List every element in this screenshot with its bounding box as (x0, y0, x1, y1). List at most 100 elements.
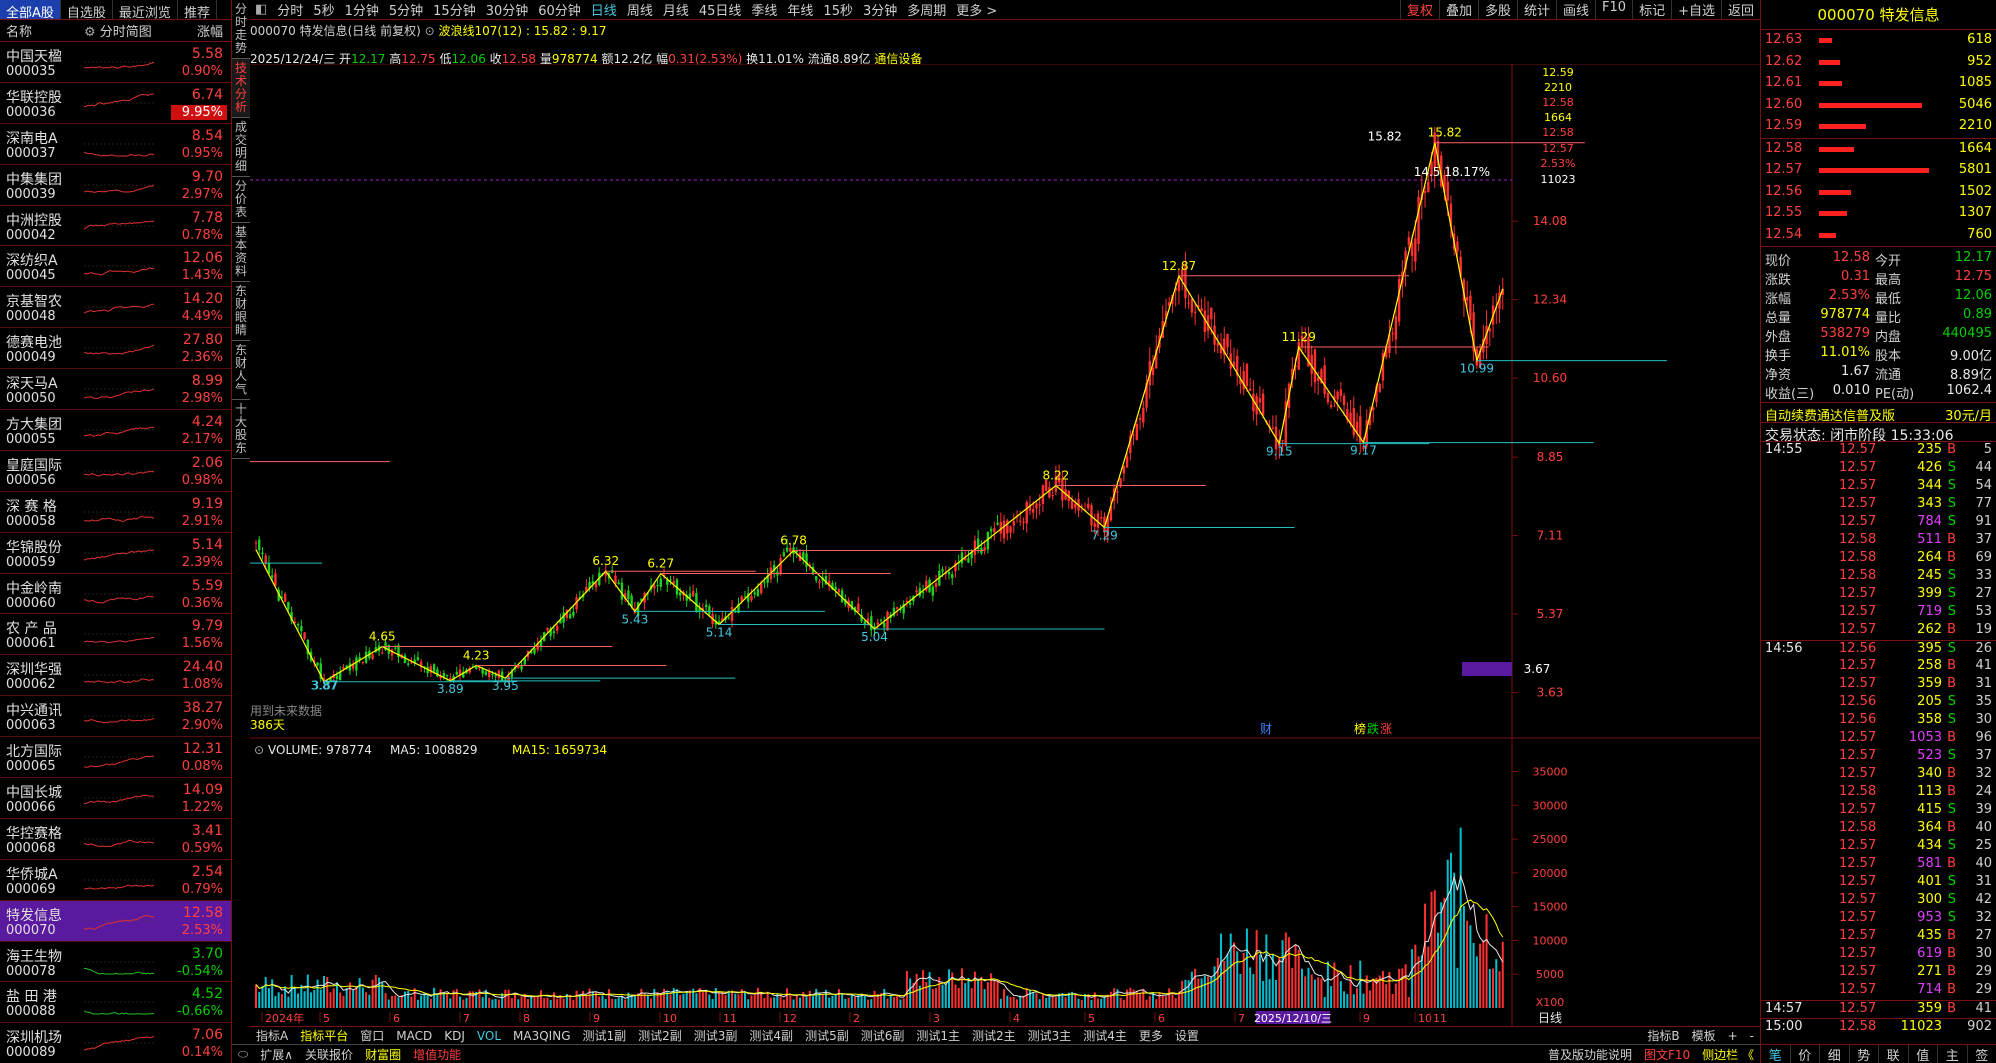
indicator-tab-7[interactable]: 测试1副 (577, 1027, 633, 1044)
indicator-tab-0[interactable]: 指标A (250, 1027, 294, 1044)
stock-row[interactable]: 中国长城 000066 14.09 1.22% (0, 778, 231, 819)
vtab-4[interactable]: 基本资料 (232, 223, 250, 282)
vtab-5[interactable]: 东财眼睛 (232, 282, 250, 341)
toolbar-right-6[interactable]: 标记 (1632, 0, 1671, 19)
related-quote-button[interactable]: 关联报价 (299, 1046, 359, 1063)
promo-line[interactable]: 自动续费通达信普及版 30元/月 (1761, 402, 1996, 424)
toolbar-right-2[interactable]: 多股 (1477, 0, 1517, 19)
period-14[interactable]: 3分钟 (858, 0, 902, 19)
toggle-icon[interactable]: ⬭ (232, 1047, 254, 1062)
stock-row[interactable]: 深纺织A 000045 12.06 1.43% (0, 246, 231, 288)
quote-tab-5[interactable]: 值 (1909, 1045, 1938, 1063)
period-5[interactable]: 30分钟 (481, 0, 534, 19)
tab-recommend[interactable]: 推荐 (178, 0, 217, 21)
tab-watchlist[interactable]: 自选股 (61, 0, 113, 21)
stock-row[interactable]: 中兴通讯 000063 38.27 2.90% (0, 696, 231, 738)
toolbar-right-0[interactable]: 复权 (1399, 0, 1439, 19)
f10-button[interactable]: 图文F10 (1638, 1046, 1696, 1063)
quote-tab-4[interactable]: 联 (1879, 1045, 1909, 1063)
quote-tab-0[interactable]: 笔 (1761, 1045, 1791, 1063)
indicator-tab-6[interactable]: MA3QING (507, 1029, 576, 1043)
quote-tab-7[interactable]: 签 (1968, 1045, 1996, 1063)
quote-tab-6[interactable]: 主 (1938, 1045, 1968, 1063)
indicator-tab-22[interactable]: - (1744, 1029, 1760, 1043)
vtab-2[interactable]: 成交明细 (232, 118, 250, 177)
toolbar-right-1[interactable]: 叠加 (1438, 0, 1478, 19)
toolbar-right-8[interactable]: 返回 (1720, 0, 1760, 19)
indicator-tab-12[interactable]: 测试6副 (855, 1027, 911, 1044)
period-16[interactable]: 更多 > (951, 0, 1002, 19)
period-7[interactable]: 日线 (586, 0, 622, 19)
vtab-7[interactable]: 十大股东 (232, 400, 250, 459)
period-9[interactable]: 月线 (658, 0, 694, 19)
wealth-circle-button[interactable]: 财富圈 (359, 1046, 407, 1063)
indicator-tab-11[interactable]: 测试5副 (799, 1027, 855, 1044)
stock-row[interactable]: 农 产 品 000061 9.79 1.56% (0, 614, 231, 656)
period-15[interactable]: 多周期 (902, 0, 951, 19)
period-2[interactable]: 1分钟 (340, 0, 384, 19)
indicator-tab-17[interactable]: 更多 (1133, 1027, 1169, 1044)
period-0[interactable]: 分时 (272, 0, 308, 19)
vtab-3[interactable]: 分价表 (232, 177, 250, 223)
stock-row[interactable]: 深圳华强 000062 24.40 1.08% (0, 655, 231, 697)
indicator-tab-21[interactable]: + (1722, 1029, 1744, 1043)
header-spark[interactable]: ⚙ 分时简图 (84, 21, 174, 40)
stock-row[interactable]: 德赛电池 000049 27.80 2.36% (0, 328, 231, 370)
stock-row[interactable]: 深 赛 格 000058 9.19 2.91% (0, 492, 231, 533)
stock-row[interactable]: 中洲控股 000042 7.78 0.78% (0, 206, 231, 247)
period-12[interactable]: 年线 (782, 0, 818, 19)
indicator-tab-2[interactable]: 窗口 (354, 1027, 390, 1044)
stock-row[interactable]: 皇庭国际 000056 2.06 0.98% (0, 451, 231, 492)
stock-row[interactable]: 华锦股份 000059 5.14 2.39% (0, 533, 231, 574)
indicator-tab-3[interactable]: MACD (390, 1029, 438, 1043)
indicator-tab-8[interactable]: 测试2副 (632, 1027, 688, 1044)
value-added-button[interactable]: 增值功能 (407, 1046, 467, 1063)
stock-row[interactable]: 深南电A 000037 8.54 0.95% (0, 124, 231, 165)
stock-row[interactable]: 华联控股 000036 6.74 9.95% (0, 83, 231, 124)
period-6[interactable]: 60分钟 (533, 0, 586, 19)
tab-all-a-shares[interactable]: 全部A股 (0, 0, 61, 21)
indicator-tab-14[interactable]: 测试2主 (966, 1027, 1022, 1044)
stock-row[interactable]: 海王生物 000078 3.70 -0.54% (0, 942, 231, 983)
toolbar-right-5[interactable]: F10 (1595, 0, 1632, 19)
toolbar-right-7[interactable]: +自选 (1671, 0, 1721, 19)
stock-row[interactable]: 北方国际 000065 12.31 0.08% (0, 737, 231, 779)
stock-row[interactable]: 深天马A 000050 8.99 2.98% (0, 369, 231, 411)
quote-tab-1[interactable]: 价 (1791, 1045, 1820, 1063)
period-1[interactable]: 5秒 (308, 0, 339, 19)
stock-row[interactable]: 中集集团 000039 9.70 2.97% (0, 165, 231, 206)
edition-info-link[interactable]: 普及版功能说明 (1542, 1046, 1638, 1063)
toolbar-right-4[interactable]: 画线 (1556, 0, 1595, 19)
stock-row[interactable]: 华控赛格 000068 3.41 0.59% (0, 819, 231, 860)
period-3[interactable]: 5分钟 (384, 0, 428, 19)
stock-row[interactable]: 方大集团 000055 4.24 2.17% (0, 410, 231, 451)
stock-row[interactable]: 华侨城A 000069 2.54 0.79% (0, 860, 231, 901)
indicator-tab-1[interactable]: 指标平台 (294, 1027, 354, 1044)
stock-row[interactable]: 深圳机场 000089 7.06 0.14% (0, 1023, 231, 1063)
period-13[interactable]: 15秒 (818, 0, 858, 19)
indicator-tab-15[interactable]: 测试3主 (1022, 1027, 1078, 1044)
period-11[interactable]: 季线 (746, 0, 782, 19)
kline-chart[interactable]: 14.08 12.34 10.60 8.85 7.11 5.37 3.63 12.59 2210… (250, 64, 1760, 1026)
stock-row[interactable]: 盐 田 港 000088 4.52 -0.66% (0, 982, 231, 1024)
expand-button[interactable]: 扩展∧ (254, 1046, 299, 1063)
stock-row[interactable]: 中国天楹 000035 5.58 0.90% (0, 42, 231, 83)
vtab-1[interactable]: 技术分析 (232, 59, 250, 118)
period-8[interactable]: 周线 (622, 0, 658, 19)
indicator-tab-16[interactable]: 测试4主 (1077, 1027, 1133, 1044)
period-4[interactable]: 15分钟 (428, 0, 481, 19)
stock-row[interactable]: 中金岭南 000060 5.59 0.36% (0, 574, 231, 615)
quote-tab-3[interactable]: 势 (1850, 1045, 1879, 1063)
quote-tab-2[interactable]: 细 (1820, 1045, 1850, 1063)
indicator-tab-13[interactable]: 测试1主 (910, 1027, 966, 1044)
toolbar-right-3[interactable]: 统计 (1517, 0, 1556, 19)
indicator-tab-18[interactable]: 设置 (1169, 1027, 1205, 1044)
tab-recent[interactable]: 最近浏览 (113, 0, 178, 21)
sidebar-button[interactable]: 侧边栏 《 (1696, 1046, 1760, 1063)
indicator-tab-19[interactable]: 指标B (1641, 1027, 1685, 1044)
vtab-6[interactable]: 东财人气 (232, 341, 250, 400)
indicator-tab-10[interactable]: 测试4副 (743, 1027, 799, 1044)
indicator-tab-9[interactable]: 测试3副 (688, 1027, 744, 1044)
header-change[interactable]: 涨幅 (197, 21, 231, 40)
vtab-0[interactable]: 分时走势 (232, 0, 250, 59)
